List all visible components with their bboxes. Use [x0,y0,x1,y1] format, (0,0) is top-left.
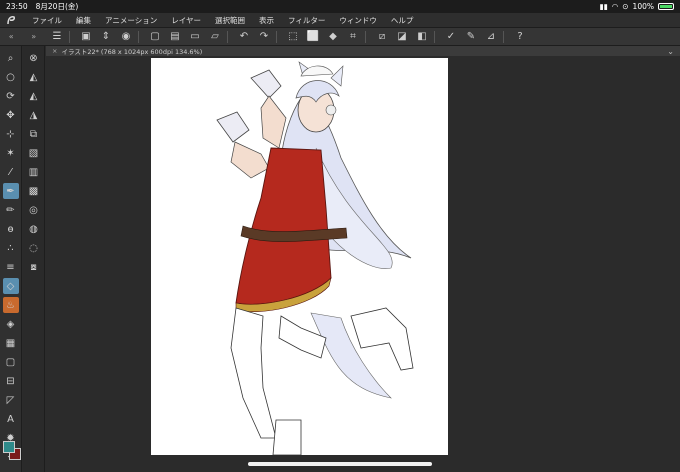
subtool-12-icon[interactable]: ⧇ [26,259,42,275]
help-icon[interactable]: ? [512,30,528,44]
panel-collapse-bar: « » [0,28,45,46]
blend-icon[interactable]: ♨ [2,297,19,313]
pen-icon[interactable]: ✒ [2,183,19,199]
invert-icon[interactable]: ◧ [414,30,430,44]
rotate-icon[interactable]: ⟳ [3,88,19,104]
save-icon[interactable]: ▭ [187,30,203,44]
new-canvas-icon[interactable]: ▢ [147,30,163,44]
subtool-7-icon[interactable]: ▥ [26,164,42,180]
subtool-1-icon[interactable]: ⊗ [26,50,42,66]
status-right: ▮▮ ◠ ⊙ 100% [599,2,674,11]
toolbar-divider [365,30,366,43]
menu-selection[interactable]: 選択範囲 [215,15,245,26]
toolbar-divider [434,30,435,43]
subtool-3-icon[interactable]: ◭ [26,88,42,104]
text-icon[interactable]: A [3,411,19,427]
menu-help[interactable]: ヘルプ [391,15,414,26]
chevron-down-icon[interactable]: ⌄ [667,47,674,56]
lock-rotation-icon: ⊙ [622,2,629,11]
redo-icon[interactable]: ↷ [256,30,272,44]
fill-icon[interactable]: ◆ [325,30,341,44]
toolbar-divider [69,30,70,43]
status-time: 23:50 [6,2,28,11]
tool-palette: ⌕ ○ ⟳ ✥ ⊹ ✶ ⁄ ✒ ✏ ɵ ∴ ≡ ◇ ♨ ◈ ▦ ▢ ⊟ ◸ A … [0,46,22,472]
move-icon[interactable]: ✥ [3,107,19,123]
eraser-icon[interactable]: ◇ [2,278,19,294]
subtool-8-icon[interactable]: ▩ [26,183,42,199]
stepper-icon[interactable]: ⇕ [98,30,114,44]
home-indicator [248,462,432,466]
main-color-swatch[interactable] [3,441,15,453]
new-file-icon[interactable]: ▣ [78,30,94,44]
pen-correction-icon[interactable]: ✓ [443,30,459,44]
hand-icon[interactable]: ○ [3,69,19,85]
subtool-5-icon[interactable]: ⧉ [26,126,42,142]
battery-icon [658,3,674,10]
subtool-palette: ⊗ ◭ ◭ ◮ ⧉ ▧ ▥ ▩ ◎ ◍ ◌ ⧇ [23,46,45,472]
document-tab[interactable]: × イラスト22* (768 x 1024px 600dpi 134.6%) ⌄ [46,46,680,56]
brush-icon[interactable]: ✎ [463,30,479,44]
figure-icon[interactable]: ▢ [3,354,19,370]
collapse-right-icon[interactable]: » [31,32,36,41]
airbrush-icon[interactable]: ∴ [3,240,19,256]
menu-file[interactable]: ファイル [32,15,62,26]
ruler-icon[interactable]: ◸ [3,392,19,408]
crop-icon[interactable]: ⌗ [345,30,361,44]
drawing-canvas[interactable] [151,58,448,455]
brush-icon[interactable]: ɵ [3,221,19,237]
menu-filter[interactable]: フィルター [288,15,325,26]
export-icon[interactable]: ▱ [207,30,223,44]
subtool-2-icon[interactable]: ◭ [26,69,42,85]
battery-percent: 100% [632,2,654,11]
signal-icon: ▮▮ [599,2,608,11]
open-icon[interactable]: ▤ [167,30,183,44]
undo-icon[interactable]: ↶ [236,30,252,44]
layer-icon[interactable]: ◪ [394,30,410,44]
wand-icon[interactable]: ✶ [3,145,19,161]
subtool-6-icon[interactable]: ▧ [26,145,42,161]
illustration [216,61,414,455]
transform-icon[interactable]: ⧄ [374,30,390,44]
toolbar-divider [138,30,139,43]
subtool-10-icon[interactable]: ◍ [26,221,42,237]
gradient-icon[interactable]: ▦ [3,335,19,351]
menu-bar: ファイル 編集 アニメーション レイヤー 選択範囲 表示 フィルター ウィンドウ… [0,13,680,28]
record-icon[interactable]: ◉ [118,30,134,44]
menu-edit[interactable]: 編集 [76,15,91,26]
subtool-11-icon[interactable]: ◌ [26,240,42,256]
collapse-left-icon[interactable]: « [9,32,14,41]
deselect-icon[interactable]: ⬚ [285,30,301,44]
toolbar-divider [276,30,277,43]
ruler-icon[interactable]: ⊿ [483,30,499,44]
toolbar-divider [227,30,228,43]
wifi-icon: ◠ [611,2,619,11]
document-title: イラスト22* (768 x 1024px 600dpi 134.6%) [61,48,203,56]
select-icon[interactable]: ⊹ [3,126,19,142]
menu-animation[interactable]: アニメーション [105,15,157,26]
decoration-icon[interactable]: ≡ [3,259,19,275]
toolbar-divider [503,30,504,43]
command-bar: ☰ ▣ ⇕ ◉ ▢ ▤ ▭ ▱ ↶ ↷ ⬚ ⬜ ◆ ⌗ ⧄ ◪ ◧ ✓ ✎ ⊿ … [45,28,680,46]
subtool-9-icon[interactable]: ◎ [26,202,42,218]
menu-window[interactable]: ウィンドウ [339,15,377,26]
frame-icon[interactable]: ⊟ [3,373,19,389]
menu-view[interactable]: 表示 [259,15,274,26]
menu-icon[interactable]: ☰ [49,30,65,44]
select-all-icon[interactable]: ⬜ [305,30,321,44]
pencil-icon[interactable]: ✏ [3,202,19,218]
fill-icon[interactable]: ◈ [3,316,19,332]
status-date: 8月20日(金) [35,2,79,11]
close-tab-icon[interactable]: × [52,47,57,55]
app-logo-icon[interactable] [4,14,18,26]
subtool-4-icon[interactable]: ◮ [26,107,42,123]
zoom-icon[interactable]: ⌕ [3,50,19,66]
status-bar: 23:50 8月20日(金) ▮▮ ◠ ⊙ 100% [0,0,680,13]
menu-layer[interactable]: レイヤー [171,15,201,26]
eyedropper-icon[interactable]: ⁄ [3,164,19,180]
